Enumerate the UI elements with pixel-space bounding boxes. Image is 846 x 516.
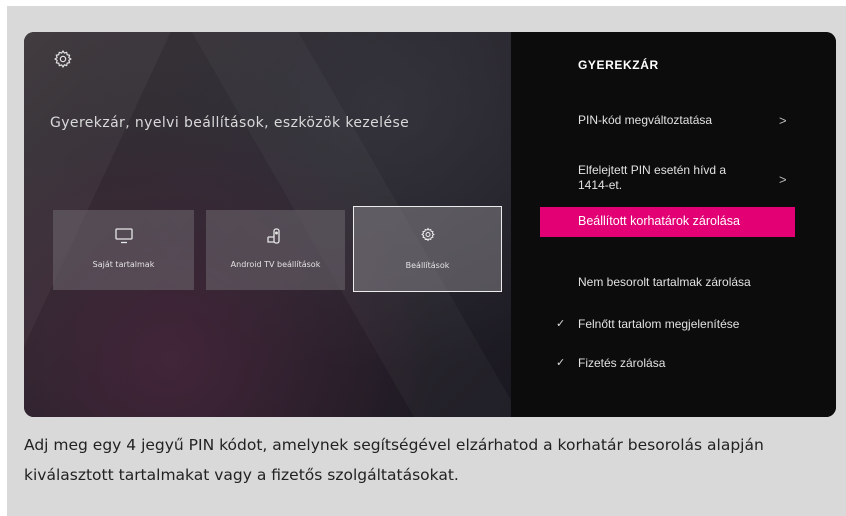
caption-line-2: kiválasztott tartalmakat vagy a fizetős … [24, 466, 459, 484]
gear-icon [54, 50, 72, 68]
page-subtitle: Gyerekzár, nyelvi beállítások, eszközök … [50, 115, 410, 131]
settings-home: Gyerekzár, nyelvi beállítások, eszközök … [24, 32, 511, 417]
caption-text: Adj meg egy 4 jegyű PIN kódot, amelynek … [24, 430, 844, 490]
menu-item-forgotten-pin[interactable]: Elfelejtett PIN esetén hívd a 1414-et. > [511, 163, 836, 197]
menu-item-label-line-2: 1414-et. [578, 178, 623, 192]
screenshot-frame: Gyerekzár, nyelvi beállítások, eszközök … [7, 6, 846, 516]
panel-title: GYEREKZÁR [578, 58, 659, 72]
tile-label: Android TV beállítások [230, 260, 321, 269]
checkmark-icon: ✓ [556, 357, 566, 369]
tile-settings-focused[interactable]: Beállítások [353, 206, 502, 292]
gear-icon [420, 227, 435, 242]
chevron-right-icon: > [779, 172, 787, 187]
menu-item-label: Fizetés zárolása [578, 356, 666, 370]
tile-own-content[interactable]: Saját tartalmak [53, 210, 194, 290]
menu-item-payment-lock[interactable]: ✓ Fizetés zárolása [511, 356, 836, 376]
parental-control-panel: GYEREKZÁR PIN-kód megváltoztatása > Elfe… [511, 32, 836, 417]
menu-item-label: Beállított korhatárok zárolása [578, 214, 740, 228]
tv-monitor-icon [114, 228, 133, 244]
tile-android-tv-settings[interactable]: Android TV beállítások [206, 210, 345, 290]
android-tv-remote-icon [266, 228, 280, 244]
menu-item-label: PIN-kód megváltoztatása [578, 113, 713, 127]
tile-label: Saját tartalmak [92, 260, 155, 269]
caption-line-1: Adj meg egy 4 jegyű PIN kódot, amelynek … [24, 436, 764, 454]
menu-item-label: Felnőtt tartalom megjelenítése [578, 317, 740, 331]
tv-screen: Gyerekzár, nyelvi beállítások, eszközök … [24, 32, 836, 417]
menu-item-label: Elfelejtett PIN esetén hívd a 1414-et. [578, 163, 726, 193]
menu-item-age-limit-lock[interactable]: Beállított korhatárok zárolása [540, 207, 795, 237]
menu-item-change-pin[interactable]: PIN-kód megváltoztatása > [511, 113, 836, 133]
menu-item-label: Nem besorolt tartalmak zárolása [578, 275, 751, 289]
chevron-right-icon: > [779, 113, 787, 128]
menu-item-unrated-content-lock[interactable]: Nem besorolt tartalmak zárolása [511, 275, 836, 295]
tile-label: Beállítások [405, 261, 450, 270]
menu-item-label-line-1: Elfelejtett PIN esetén hívd a [578, 163, 727, 177]
checkmark-icon: ✓ [556, 318, 566, 330]
menu-item-show-adult-content[interactable]: ✓ Felnőtt tartalom megjelenítése [511, 317, 836, 337]
